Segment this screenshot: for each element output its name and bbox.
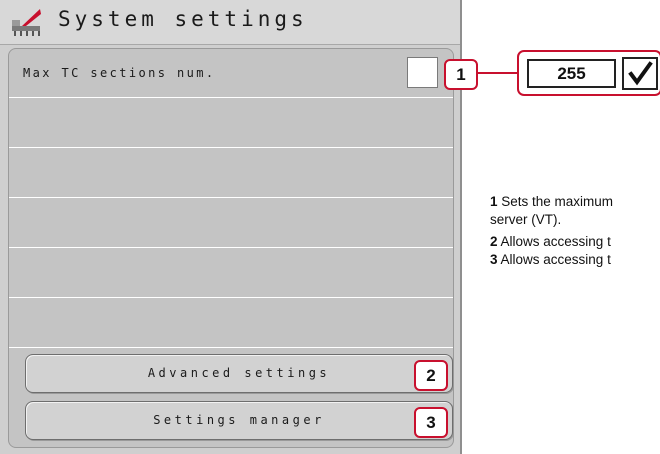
settings-list: Max TC sections num. Advanced settings S…: [8, 48, 454, 448]
settings-manager-button[interactable]: Settings manager: [25, 401, 453, 440]
numeric-value-field[interactable]: 255: [527, 59, 616, 88]
description-3: 3 Allows accessing t: [490, 252, 611, 267]
terminal-screen: System settings Max TC sections num. Adv…: [0, 0, 462, 454]
title-bar: System settings: [0, 0, 460, 45]
setting-row-empty: [9, 149, 453, 198]
implement-settings-icon: [12, 9, 41, 36]
description-number: 2: [490, 234, 498, 249]
callout-badge-3: 3: [414, 407, 448, 438]
setting-row-empty: [9, 99, 453, 148]
checkmark-icon: [628, 61, 653, 86]
setting-row-empty: [9, 249, 453, 298]
description-number: 3: [490, 252, 498, 267]
description-2: 2 Allows accessing t: [490, 234, 611, 249]
settings-manager-label: Settings manager: [153, 413, 325, 427]
setting-row-empty: [9, 199, 453, 248]
setting-row-empty: [9, 299, 453, 348]
callout-badge-2: 2: [414, 360, 448, 391]
setting-label: Max TC sections num.: [23, 66, 216, 80]
value-entry-callout: 255: [517, 50, 660, 96]
description-number: 1: [490, 194, 498, 209]
description-1: 1 Sets the maximum: [490, 194, 614, 209]
advanced-settings-label: Advanced settings: [147, 366, 331, 380]
setting-row-max-tc-sections[interactable]: Max TC sections num.: [9, 49, 453, 98]
callout-badge-1: 1: [444, 59, 478, 90]
confirm-checkmark-button[interactable]: [622, 57, 658, 90]
callout-connector: [477, 72, 517, 74]
max-tc-sections-value-field[interactable]: [407, 57, 438, 88]
description-1-cont: server (VT).: [490, 212, 562, 227]
page-title: System settings: [58, 7, 308, 31]
advanced-settings-button[interactable]: Advanced settings: [25, 354, 453, 393]
